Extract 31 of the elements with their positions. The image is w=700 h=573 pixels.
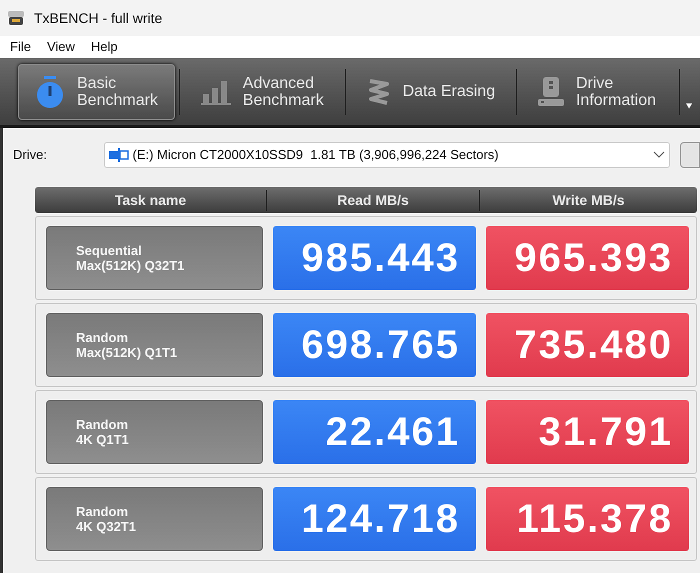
- drive-label: Drive:: [13, 146, 48, 164]
- column-header: Read MB/s: [266, 190, 479, 210]
- stopwatch-icon: [35, 74, 65, 108]
- chevron-down-icon: [653, 151, 666, 159]
- menu-item[interactable]: Help: [90, 37, 118, 57]
- menu-item[interactable]: File: [10, 37, 31, 57]
- task-button[interactable]: Random 4K Q32T1: [46, 487, 263, 551]
- app-icon: [6, 9, 26, 27]
- task-button[interactable]: Random 4K Q1T1: [46, 400, 263, 464]
- read-speed-value: 985.443: [273, 226, 476, 290]
- write-speed-value: 115.378: [486, 487, 689, 551]
- drive-icon: [538, 76, 564, 106]
- write-speed-value: 31.791: [486, 400, 689, 464]
- write-speed-value: 965.393: [486, 226, 689, 290]
- read-speed-value: 22.461: [273, 400, 476, 464]
- task-button[interactable]: Sequential Max(512K) Q32T1: [46, 226, 263, 290]
- column-header: Task name: [114, 190, 188, 210]
- write-speed-value: 735.480: [486, 313, 689, 377]
- toolbar-tab[interactable]: Drive Information: [520, 64, 674, 120]
- zigzag-icon: [366, 78, 391, 106]
- toolbar-tab[interactable]: Data Erasing: [350, 64, 512, 120]
- toolbar-tab[interactable]: Basic Benchmark: [18, 64, 175, 120]
- drive-icon: [108, 148, 128, 162]
- menu-item[interactable]: View: [46, 37, 75, 57]
- toolbar-tab[interactable]: Advanced Benchmark: [184, 64, 341, 120]
- task-button[interactable]: Random Max(512K) Q1T1: [46, 313, 263, 377]
- read-speed-value: 698.765: [273, 313, 476, 377]
- read-speed-value: 124.718: [273, 487, 476, 551]
- column-header: Write MB/s: [479, 190, 697, 210]
- drive-select[interactable]: (E:) Micron CT2000X10SSD9 1.81 TB (3,906,996,224 Sectors): [104, 142, 670, 168]
- window-title: TxBENCH - full write: [34, 8, 162, 28]
